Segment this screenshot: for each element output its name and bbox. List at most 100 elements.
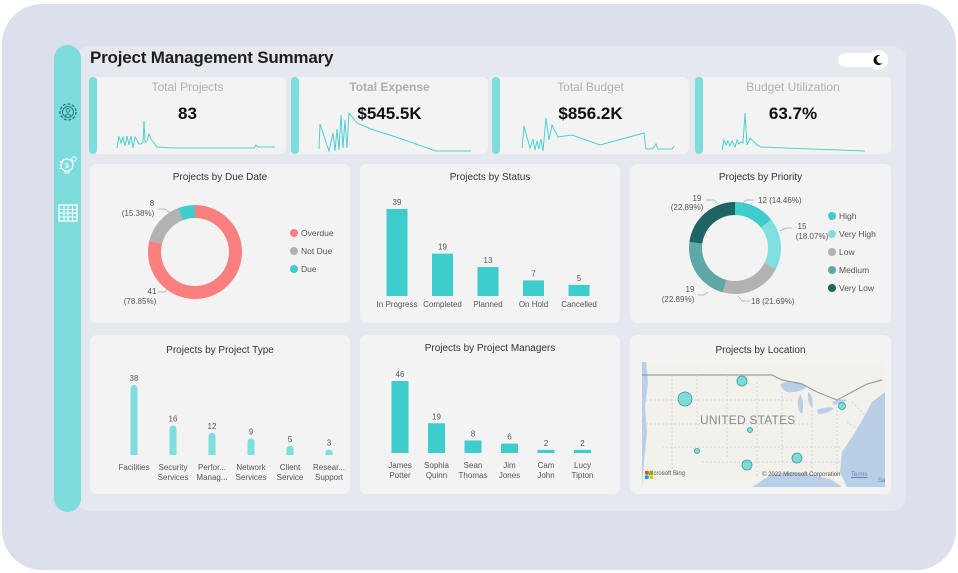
chart-panel-due-date: Projects by Due Date 8 (15.38%) 41 (78.85%)…	[90, 164, 350, 323]
money-bulb-icon: $	[58, 156, 77, 174]
map-bubble-arizona[interactable]	[694, 448, 700, 454]
bar-value-label: 2	[580, 439, 585, 448]
category-label: Potter	[389, 471, 411, 480]
bar-chart-project-type: 38Facilities16SecurityServices12Perfor..…	[118, 374, 345, 482]
bar-value-label: 16	[169, 415, 178, 424]
bar-value-label: 19	[438, 243, 447, 252]
chart-panel-priority: Projects by Priority 12 (14.46%) 15 (18.07…	[630, 164, 891, 323]
bar-value-label: 7	[531, 269, 536, 278]
legend-item-very-low[interactable]: Very Low	[828, 279, 876, 297]
priority-slice-very-high[interactable]	[761, 219, 781, 269]
bar[interactable]	[130, 385, 138, 455]
category-label: Planned	[473, 300, 502, 309]
bar[interactable]	[428, 423, 445, 453]
legend-item-high[interactable]: High	[828, 207, 876, 225]
category-label: Cam	[538, 461, 555, 470]
bar[interactable]	[501, 443, 518, 453]
bar[interactable]	[169, 425, 177, 455]
bar-value-label: 5	[577, 274, 582, 283]
bar-value-label: 38	[130, 374, 139, 383]
sidebar-item-project-overview[interactable]	[57, 101, 79, 123]
category-label: On Hold	[519, 300, 548, 309]
sidebar-item-budget[interactable]: $	[57, 153, 79, 175]
map-bubble-idaho-montana[interactable]	[677, 391, 693, 407]
sparkline	[721, 112, 866, 152]
bar-value-label: 6	[507, 433, 512, 442]
map-terms-link[interactable]: Terms	[851, 472, 867, 478]
data-label: (22.89%)	[671, 203, 704, 212]
bar[interactable]	[386, 209, 408, 296]
category-label: Services	[236, 473, 267, 482]
category-label: In Progress	[377, 300, 418, 309]
data-label: (15.38%)	[122, 209, 155, 218]
bar-base	[325, 451, 333, 455]
sparkline	[318, 111, 471, 153]
table-grid-icon	[58, 204, 78, 222]
category-label: Quinn	[426, 471, 447, 480]
category-label: Completed	[423, 300, 462, 309]
category-label: Network	[236, 463, 266, 472]
bar-base	[286, 451, 294, 455]
legend-item-very-high[interactable]: Very High	[828, 225, 876, 243]
chart-panel-project-managers: Projects by Project Managers 46 James Pott…	[360, 335, 620, 494]
theme-toggle[interactable]	[838, 50, 888, 70]
category-label: Facilities	[118, 463, 149, 472]
legend-item-due[interactable]: Due	[290, 260, 334, 278]
bar-value-label: 8	[471, 429, 476, 438]
category-label: Perfor...	[198, 463, 226, 472]
bar-value-label: 3	[327, 438, 332, 447]
sparkline	[116, 120, 275, 149]
bar[interactable]	[464, 440, 482, 453]
bar[interactable]	[391, 381, 409, 453]
bar-base	[169, 451, 177, 455]
legend-item-not-due[interactable]: Not Due	[290, 242, 334, 260]
category-label: Resear...	[313, 463, 345, 472]
category-label: Lucy	[574, 461, 591, 470]
map-bubble-north-dakota[interactable]	[736, 375, 748, 387]
category-label: Cancelled	[561, 300, 597, 309]
bar-chart-status: 39 In Progress 19 Completed 13 Planned 7 On Hol…	[377, 198, 597, 309]
bar-base	[247, 451, 255, 455]
data-label: 8	[150, 199, 155, 208]
chart-panel-location: Projects by Location UNITED STATES Micro…	[630, 335, 891, 494]
location-map[interactable]: UNITED STATES Microsoft Bing © 2022 Micr…	[642, 362, 885, 487]
bar[interactable]	[477, 267, 499, 296]
data-label: 12 (14.46%)	[758, 196, 802, 205]
priority-slice-high[interactable]	[735, 202, 772, 228]
map-bubble-new-york[interactable]	[838, 402, 846, 410]
category-label: Jim	[503, 461, 516, 470]
legend-item-overdue[interactable]: Overdue	[290, 224, 334, 242]
svg-text:$: $	[65, 163, 69, 170]
bar[interactable]	[568, 284, 590, 296]
category-label: James	[388, 461, 412, 470]
priority-slice-low[interactable]	[722, 263, 776, 294]
bar[interactable]	[574, 449, 591, 453]
category-label: Services	[158, 473, 189, 482]
due-date-slice-not-due[interactable]	[149, 208, 183, 244]
bar-chart-project-managers: 46 JamesPotter 19 SophiaQuinn 8 SeanThomas 6 Ji…	[388, 370, 594, 480]
sidebar-item-table-view[interactable]	[57, 202, 79, 224]
bar-value-label: 2	[544, 439, 549, 448]
map-copyright: © 2022 Microsoft Corporation	[762, 472, 841, 478]
priority-slice-medium[interactable]	[689, 241, 727, 293]
map-bubble-texas[interactable]	[741, 459, 753, 471]
microsoft-logo-icon	[645, 471, 653, 479]
data-label: 41	[148, 287, 157, 296]
bar[interactable]	[537, 449, 555, 453]
legend-item-low[interactable]: Low	[828, 243, 876, 261]
bar-value-label: 9	[249, 427, 254, 436]
bar[interactable]	[432, 253, 453, 296]
data-label: (78.85%)	[124, 297, 157, 306]
map-bubbles	[677, 375, 846, 471]
category-label: Manag...	[196, 473, 227, 482]
legend-item-medium[interactable]: Medium	[828, 261, 876, 279]
category-label: Jones	[499, 471, 520, 480]
bar[interactable]	[523, 280, 544, 296]
map-bubble-kansas[interactable]	[747, 427, 753, 433]
chart-legend: High Very High Low Medium Very Low	[828, 207, 876, 297]
chart-panel-project-type: Projects by Project Type 38 Facilities 16 S…	[90, 335, 350, 494]
category-label: Tipton	[572, 471, 594, 480]
category-label: Service	[277, 473, 304, 482]
bar-value-label: 5	[288, 435, 293, 444]
map-bubble-alabama[interactable]	[791, 452, 803, 464]
